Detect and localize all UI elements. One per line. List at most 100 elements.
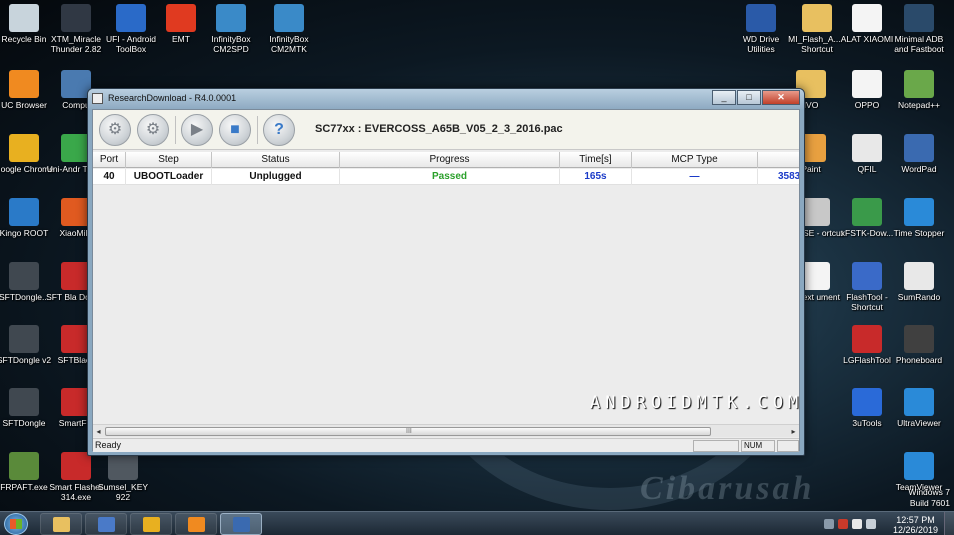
desktop-icon[interactable]: Phoneboard [888, 325, 950, 365]
flashtool-icon [852, 262, 882, 290]
document-icon [852, 4, 882, 32]
minimize-button[interactable]: _ [712, 90, 736, 105]
show-desktop-button[interactable] [944, 512, 954, 535]
play-icon: ▶ [190, 121, 204, 138]
start-button[interactable] [4, 513, 28, 535]
status-pane-empty [693, 440, 739, 452]
status-num: NUM [741, 440, 775, 452]
column-header-mcp-type[interactable]: MCP Type [632, 152, 758, 168]
background-watermark: Cibarusah [640, 470, 815, 507]
tray-arrow-icon[interactable] [824, 519, 834, 529]
cell-time: 165s [560, 169, 632, 185]
scroll-right-arrow-icon[interactable]: ▸ [788, 426, 799, 437]
table-row[interactable]: 40 UBOOTLoader Unplugged Passed 165s — 3… [93, 169, 799, 185]
sumsel-key-icon [108, 452, 138, 480]
kingo-icon [9, 198, 39, 226]
scroll-thumb[interactable]: III [105, 427, 711, 436]
chrome-icon [9, 134, 39, 162]
miracle-icon [61, 4, 91, 32]
desktop-icon[interactable]: Sumsel_KEY 922 [92, 452, 154, 502]
volume-icon[interactable] [866, 519, 876, 529]
desktop-icon[interactable]: Time Stopper [888, 198, 950, 238]
recycle-bin-icon [9, 4, 39, 32]
cell-mcp-type: — [632, 169, 758, 185]
column-header-port[interactable]: Port [93, 152, 126, 168]
desktop-icon[interactable]: InfinityBox CM2MTK [258, 4, 320, 54]
folder-icon [802, 4, 832, 32]
taskbar-app-network-tool[interactable] [220, 513, 262, 535]
gears-icon: ⚙ [145, 121, 161, 138]
infinity-mtk-icon [274, 4, 304, 32]
stop-button[interactable]: ■ [219, 114, 251, 146]
desktop-icon[interactable]: Minimal ADB and Fastboot [888, 4, 950, 54]
clock[interactable]: 12:57 PM 12/26/2019 [893, 515, 938, 535]
start-button[interactable]: ▶ [181, 114, 213, 146]
3utools-icon [852, 388, 882, 416]
taskbar-app-chrome[interactable] [130, 513, 172, 535]
windows-edition: Windows 7 [908, 487, 950, 497]
sft-dongle2-icon [9, 388, 39, 416]
desktop-icon[interactable]: XTM_Miracle Thunder 2.82 [45, 4, 107, 54]
help-button[interactable]: ? [263, 114, 295, 146]
taskbar-app-explorer[interactable] [40, 513, 82, 535]
title-bar[interactable]: ResearchDownload - R4.0.0001 _ □ ✕ [88, 89, 804, 109]
network-tool-icon [233, 517, 250, 532]
desktop-icon-label: WordPad [901, 164, 937, 174]
settings-button[interactable]: ⚙ [99, 114, 131, 146]
desktop-icon[interactable]: SumRando [888, 262, 950, 302]
flag-icon[interactable] [838, 519, 848, 529]
uc-browser-icon [9, 70, 39, 98]
cell-extra: 3583 [758, 169, 799, 185]
column-header-progress[interactable]: Progress [340, 152, 560, 168]
desktop-icon-label: InfinityBox CM2SPD [211, 34, 251, 54]
column-header-step[interactable]: Step [126, 152, 212, 168]
desktop-icon[interactable]: WD Drive Utilities [730, 4, 792, 54]
desktop-icon-label: XTM_Miracle Thunder 2.82 [50, 34, 102, 54]
window-controls: _ □ ✕ [711, 90, 800, 105]
window-title: ResearchDownload - R4.0.0001 [108, 93, 237, 103]
desktop-icon[interactable]: WordPad [888, 134, 950, 174]
frpaft-icon [9, 452, 39, 480]
desktop-icon[interactable]: TeamViewer [888, 452, 950, 492]
desktop-icon-label: Phoneboard [895, 355, 943, 365]
uc-browser-icon [188, 517, 205, 532]
status-text: Ready [95, 440, 122, 450]
taskbar-app-uc-browser[interactable] [175, 513, 217, 535]
taskbar-app-research-download[interactable] [85, 513, 127, 535]
toolbar: ⚙ ⚙ ▶ ■ ? SC77xx : EVERCOSS_A65B_V05_2_3… [93, 110, 799, 150]
scroll-left-arrow-icon[interactable]: ◂ [93, 426, 104, 437]
teamviewer-icon [904, 452, 934, 480]
chrome-icon [143, 517, 160, 532]
emt-icon [166, 4, 196, 32]
infinity-spd-icon [216, 4, 246, 32]
load-packet-button[interactable]: ⚙ [137, 114, 169, 146]
column-header-extra[interactable] [758, 152, 799, 168]
stop-icon: ■ [230, 121, 240, 138]
horizontal-scrollbar[interactable]: ◂ III ▸ [93, 424, 799, 437]
desktop-icon-label: InfinityBox CM2MTK [269, 34, 309, 54]
desktop-icon[interactable]: UltraViewer [888, 388, 950, 428]
close-button[interactable]: ✕ [762, 90, 800, 105]
network-icon[interactable] [852, 519, 862, 529]
cell-step: UBOOTLoader [126, 169, 212, 185]
ufi-icon [116, 4, 146, 32]
windows-logo-icon [10, 519, 22, 529]
column-header-time[interactable]: Time[s] [560, 152, 632, 168]
status-pane-empty-2 [777, 440, 799, 452]
windows-build: Build 7601 [909, 498, 950, 508]
column-header-status[interactable]: Status [212, 152, 340, 168]
xfstk-icon [852, 198, 882, 226]
windows-version-text: Windows 7 Build 7601 [894, 487, 950, 509]
cell-status: Unplugged [212, 169, 340, 185]
packet-file-label: SC77xx : EVERCOSS_A65B_V05_2_3_2016.pac [315, 123, 563, 135]
status-bar: Ready NUM [93, 438, 799, 452]
sumrando-icon [904, 262, 934, 290]
toolbar-separator [257, 116, 258, 144]
desktop-icon-label: Sumsel_KEY 922 [97, 482, 149, 502]
desktop-icon-label: SumRando [897, 292, 941, 302]
adb-icon [904, 4, 934, 32]
desktop-icon[interactable]: Notepad++ [888, 70, 950, 110]
desktop-icon[interactable]: InfinityBox CM2SPD [200, 4, 262, 54]
notepad-icon [904, 70, 934, 98]
maximize-button[interactable]: □ [737, 90, 761, 105]
